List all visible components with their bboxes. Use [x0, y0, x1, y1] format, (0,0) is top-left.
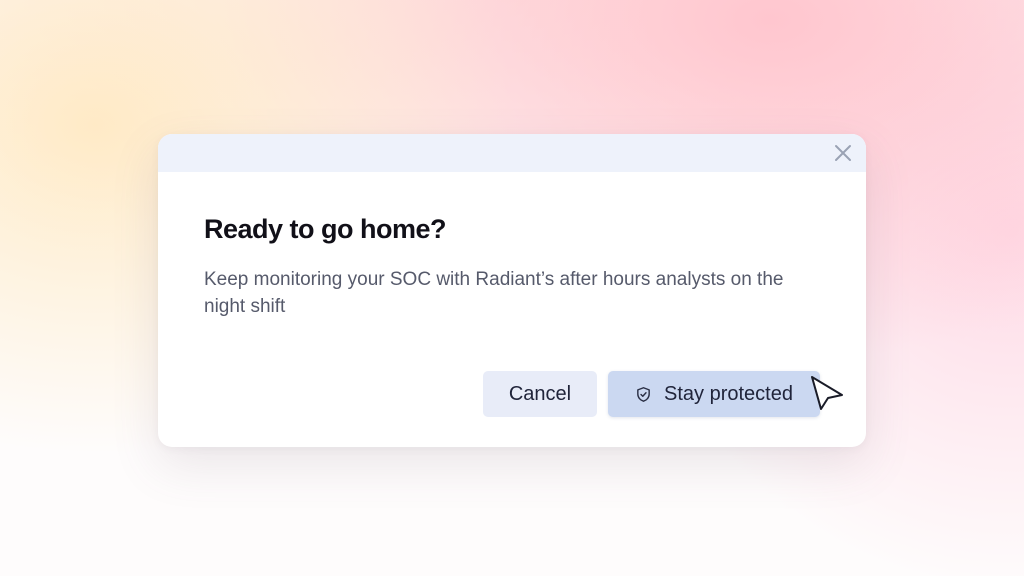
dialog-title: Ready to go home? [204, 214, 447, 244]
cancel-button[interactable]: Cancel [483, 371, 597, 417]
dialog-description: Keep monitoring your SOC with Radiant’s … [204, 269, 784, 317]
pointer-cursor-icon [811, 376, 843, 410]
cancel-button-label: Cancel [508, 382, 572, 405]
close-icon [835, 145, 851, 161]
close-button[interactable] [832, 142, 854, 164]
dialog-header [158, 134, 866, 172]
confirmation-dialog: Ready to go home? Keep monitoring your S… [158, 134, 866, 447]
shield-check-icon [635, 386, 652, 403]
stay-protected-label: Stay protected [664, 382, 793, 405]
stay-protected-button[interactable]: Stay protected [608, 371, 820, 417]
